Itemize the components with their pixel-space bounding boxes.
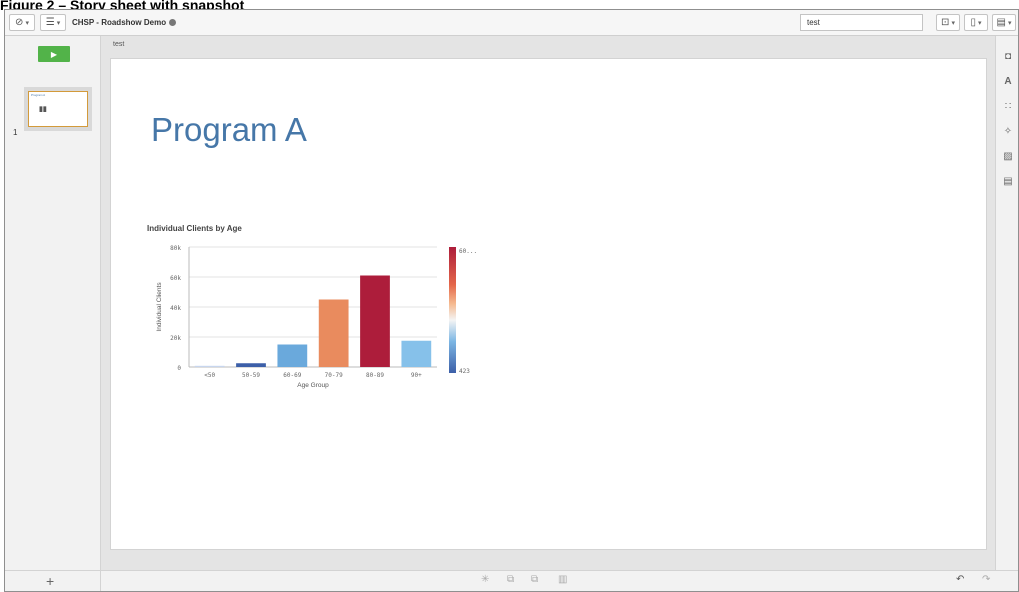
embed-sheet-icon[interactable]: ▤ [1001,176,1015,187]
bar [360,275,390,367]
list-icon: ☰ [45,17,55,28]
sparkle-icon[interactable]: ✳ [481,574,489,585]
undo-icon[interactable]: ↶ [956,574,964,585]
slide-thumbnail-frame: Program A ▮▮ [28,91,88,127]
effects-icon[interactable]: ✧ [1001,126,1015,137]
toolbar: ⊘ ▾ ☰ ▾ CHSP - Roadshow Demo test ⊡ ▾ ▯ ▾ ▤ ▾ [5,10,1018,36]
story-name: test [113,41,125,48]
bookmark-icon: ▯ [970,17,976,28]
globe-icon [169,19,177,26]
x-tick-label: 60-69 [283,372,301,379]
text-icon[interactable]: A [1001,76,1015,87]
y-tick-label: 80k [170,245,181,252]
chart-title: Individual Clients by Age [147,224,242,233]
play-button[interactable]: ▶ [38,46,70,62]
thumbnail-title: Program A [31,93,46,97]
caret-down-icon: ▾ [56,19,61,27]
legend-min-label: 423 [459,368,470,375]
y-tick-label: 40k [170,305,181,312]
slides-panel: ▶ Program A ▮▮ 1 [5,36,101,591]
legend-max-label: 60... [459,248,477,255]
redo-icon[interactable]: ↷ [982,574,990,585]
right-toolbar: ⊡ ▾ ▯ ▾ ▤ ▾ [936,14,1016,31]
compass-icon: ⊘ [15,17,24,28]
x-tick-label: 70-79 [325,372,343,379]
y-tick-label: 0 [177,365,181,372]
slide-number: 1 [13,128,18,137]
image-icon[interactable]: ▨ [1001,151,1015,162]
bottom-toolbar: ✳ ⧉ ⧉ ▥ ↶ ↷ [101,570,1018,591]
y-tick-label: 20k [170,335,181,342]
shapes-icon[interactable]: ∷ [1001,101,1015,112]
list-menu-button[interactable]: ☰ ▾ [40,14,66,31]
add-slide-button[interactable]: + [46,573,54,589]
bar-chart[interactable]: 0 20k 40k 60k 80k <50 50-59 60-69 70-79 80-89 90+ A… [147,237,487,397]
caret-down-icon: ▾ [1007,19,1012,27]
bar [318,299,349,367]
x-axis-label: Age Group [297,382,329,389]
slide-thumbnail[interactable]: Program A ▮▮ [24,87,92,131]
copy-icon[interactable]: ⧉ [531,574,538,585]
bar-chart-icon: ▮▮ [39,106,47,113]
bookmark-button[interactable]: ▯ ▾ [964,14,988,31]
y-axis-label: Individual Clients [156,282,163,332]
caret-down-icon: ▾ [25,19,29,27]
y-tick-label: 60k [170,275,181,282]
app-window: ⊘ ▾ ☰ ▾ CHSP - Roadshow Demo test ⊡ ▾ ▯ ▾ ▤ ▾… [4,9,1019,592]
caret-down-icon: ▾ [951,19,955,27]
bar [401,340,432,367]
sheets-icon: ▤ [996,17,1006,28]
story-canvas-area: test Program A Individual Clients by Age… [101,36,996,571]
x-tick-label: 50-59 [242,372,260,379]
present-icon: ⊡ [941,17,950,28]
snapshot-icon[interactable]: ◘ [1001,51,1015,62]
color-legend-bar [449,247,456,373]
x-tick-label: <50 [204,372,215,379]
story-name-field[interactable]: test [800,14,923,31]
present-button[interactable]: ⊡ ▾ [936,14,960,31]
bar [277,344,308,367]
duplicate-icon[interactable]: ⧉ [507,574,514,585]
bar [236,363,266,367]
caret-down-icon: ▾ [978,19,982,27]
trash-icon[interactable]: ▥ [558,574,567,585]
app-title: CHSP - Roadshow Demo [72,18,177,27]
bar [194,365,225,367]
tools-panel: ◘ A ∷ ✧ ▨ ▤ [995,36,1018,591]
navigation-button[interactable]: ⊘ ▾ [9,14,35,31]
sheets-button[interactable]: ▤ ▾ [992,14,1016,31]
left-bottom-bar: + [5,570,101,591]
x-tick-label: 80-89 [366,372,384,379]
story-slide[interactable]: Program A Individual Clients by Age 0 20k… [110,58,987,550]
slide-title[interactable]: Program A [151,111,307,149]
x-tick-label: 90+ [411,372,422,379]
